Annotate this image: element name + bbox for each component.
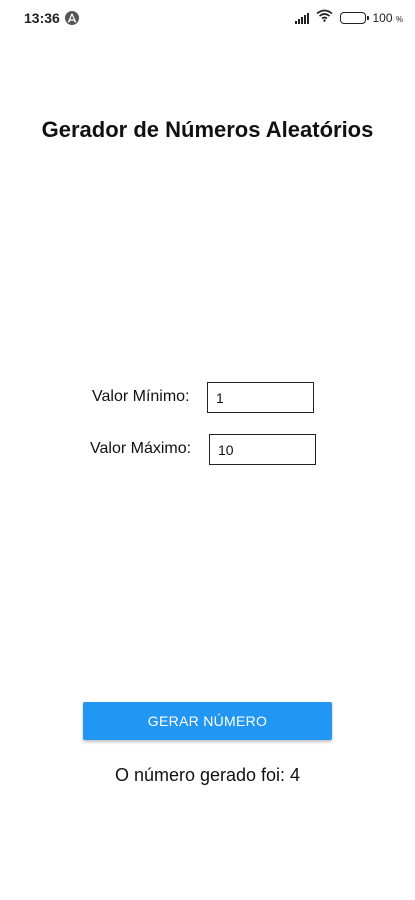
status-bar: 13:36 100 %: [0, 0, 415, 36]
battery-percent: 100 %: [372, 11, 404, 25]
result-text: O número gerado foi: 4: [114, 765, 301, 785]
min-value-input[interactable]: [207, 382, 314, 413]
max-value-label: Valor Máximo:: [90, 440, 192, 457]
battery-icon: [339, 12, 369, 24]
status-time: 13:36: [24, 10, 60, 26]
min-value-row: Valor Mínimo:: [0, 382, 415, 414]
signal-icon: [294, 12, 309, 24]
min-value-label: Valor Mínimo:: [92, 388, 190, 405]
arch-linux-icon: [65, 11, 79, 25]
page-title: Gerador de Números Aleatórios: [41, 117, 374, 142]
max-value-input[interactable]: [209, 434, 316, 465]
max-value-row: Valor Máximo:: [0, 434, 415, 466]
status-indicators: 100 %: [294, 9, 404, 27]
wifi-icon: [316, 9, 333, 27]
generate-number-button[interactable]: GERAR NÚMERO: [83, 702, 332, 740]
